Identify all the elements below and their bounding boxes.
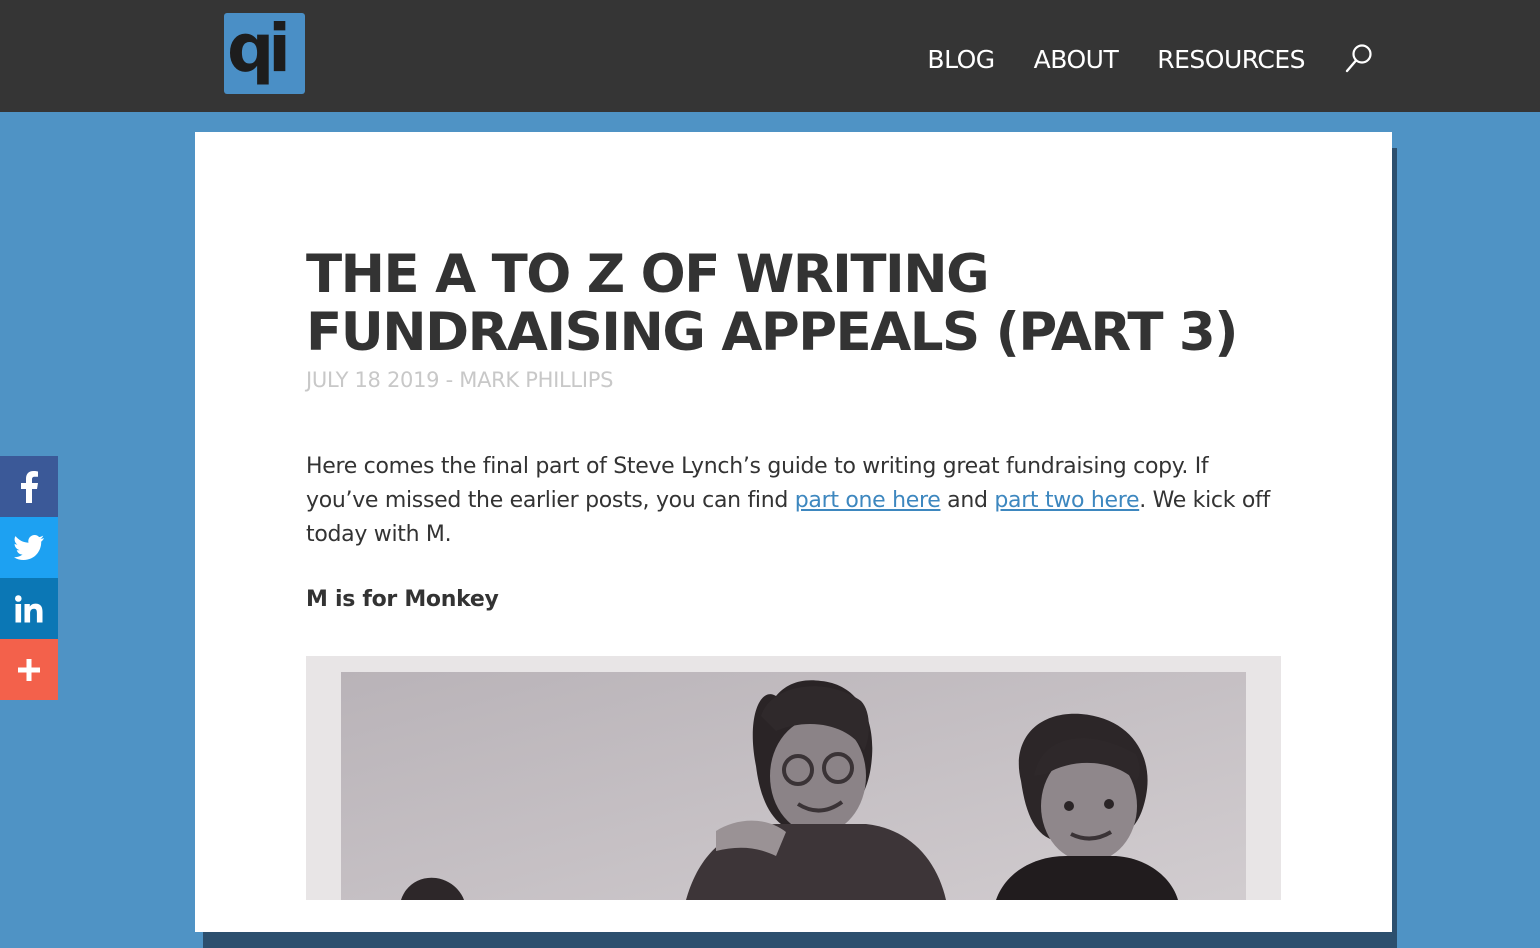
- twitter-icon: [14, 534, 44, 560]
- site-header: qi BLOG ABOUT RESOURCES: [0, 0, 1540, 112]
- article-meta: JULY 18 2019 - MARK PHILLIPS: [306, 368, 614, 392]
- twitter-share-button[interactable]: [0, 517, 58, 578]
- search-icon[interactable]: [1344, 43, 1374, 75]
- part-two-link[interactable]: part two here: [994, 488, 1139, 513]
- logo-text: qi: [227, 13, 291, 87]
- section-heading: M is for Monkey: [306, 587, 499, 612]
- article-photo: [306, 656, 1281, 900]
- article-title: THE A TO Z OF WRITING FUNDRAISING APPEAL…: [306, 244, 1239, 363]
- intro-text-2: and: [940, 488, 995, 513]
- nav-resources-link[interactable]: RESOURCES: [1157, 45, 1305, 74]
- plus-icon: [18, 658, 40, 681]
- article-intro: Here comes the final part of Steve Lynch…: [306, 450, 1281, 552]
- more-share-button[interactable]: [0, 639, 58, 700]
- site-logo[interactable]: qi: [224, 13, 305, 94]
- part-one-link[interactable]: part one here: [795, 488, 941, 513]
- facebook-icon: [21, 470, 38, 503]
- linkedin-icon: [15, 594, 43, 622]
- social-share-bar: [0, 456, 58, 700]
- nav-about-link[interactable]: ABOUT: [1034, 45, 1119, 74]
- facebook-share-button[interactable]: [0, 456, 58, 517]
- photo-illustration: [306, 656, 1281, 900]
- main-nav: BLOG ABOUT RESOURCES: [927, 40, 1374, 78]
- nav-blog-link[interactable]: BLOG: [927, 45, 995, 74]
- linkedin-share-button[interactable]: [0, 578, 58, 639]
